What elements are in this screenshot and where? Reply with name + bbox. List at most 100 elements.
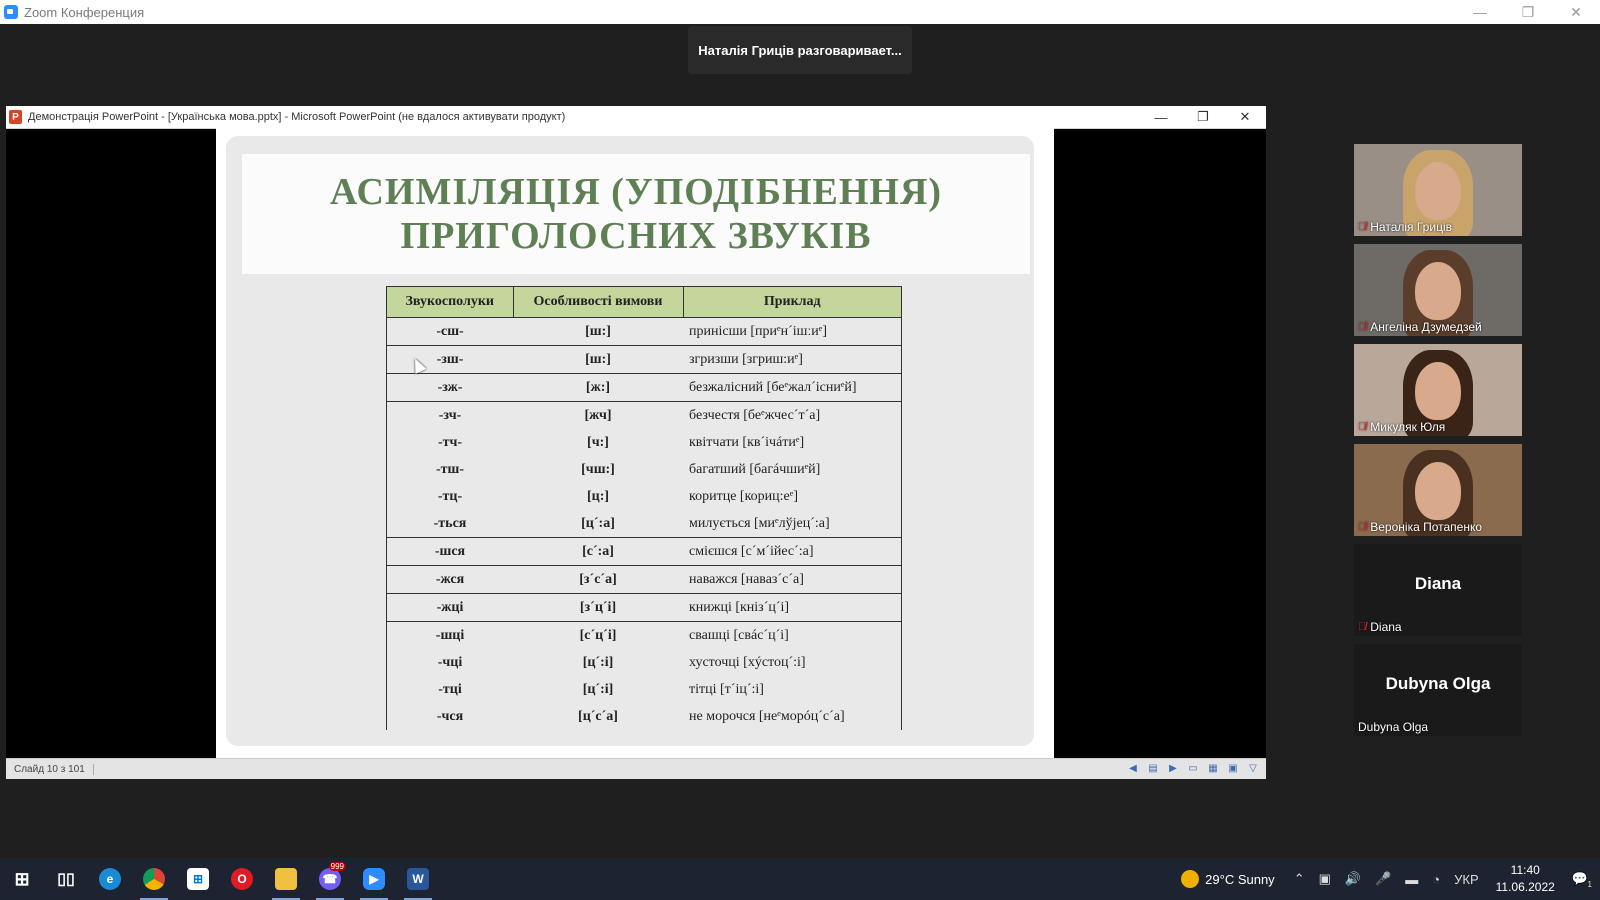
participant-tile[interactable]: 🎙̸ Микуляк Юля <box>1354 344 1522 436</box>
table-header: Звукосполуки <box>386 286 514 318</box>
table-row: -сш- [ш:] принісши [приᵉн´ішːиᵉ] <box>386 317 902 346</box>
table-row: -тш- [чш:] багатший [багáчшиᵉй] <box>386 456 902 483</box>
mic-muted-icon: 🎙̸ <box>1358 521 1367 533</box>
participant-name-tag: 🎙̸ Наталія Гриців <box>1358 220 1452 234</box>
participant-tile[interactable]: 🎙̸ Ангеліна Дзумедзей <box>1354 244 1522 336</box>
table-cell: -чся <box>386 703 513 730</box>
ppt-minimize-icon[interactable]: — <box>1140 106 1182 128</box>
powerpoint-icon: P <box>9 110 22 124</box>
notification-icon[interactable]: 💬 1 <box>1572 871 1592 889</box>
table-cell: -сш- <box>386 317 513 346</box>
restore-icon[interactable]: ❐ <box>1504 0 1552 24</box>
slideshow-icon[interactable]: ▽ <box>1246 761 1260 775</box>
store-icon: ⊞ <box>187 868 209 890</box>
table-cell: -шці <box>386 621 513 649</box>
participant-tile[interactable]: 🎙̸ Вероніка Потапенко <box>1354 444 1522 536</box>
slide-title-line1: АСИМІЛЯЦІЯ (УПОДІБНЕННЯ) <box>329 171 943 213</box>
table-cell: [с´:а] <box>513 537 683 566</box>
table-cell: свашці [свáс´ц´і] <box>683 621 902 649</box>
table-cell: тітці [т´іц´:і] <box>683 676 902 703</box>
taskbar-app-chrome[interactable] <box>132 858 176 900</box>
taskbar-app-word[interactable]: W <box>396 858 440 900</box>
weather-text[interactable]: 29°C Sunny <box>1205 872 1275 887</box>
table-cell: багатший [багáчшиᵉй] <box>683 456 902 483</box>
participant-tile[interactable]: Dubyna Olga Dubyna Olga <box>1354 644 1522 736</box>
notification-count: 1 <box>1587 880 1592 889</box>
table-cell: [чш:] <box>581 461 615 477</box>
participant-name: Наталія Гриців <box>1370 220 1452 234</box>
participant-tile[interactable]: 🎙̸ Наталія Гриців <box>1354 144 1522 236</box>
participant-name-tag: 🎙̸ Ангеліна Дзумедзей <box>1358 320 1482 334</box>
viber-badge: 999 <box>328 862 346 871</box>
slide[interactable]: АСИМІЛЯЦІЯ (УПОДІБНЕННЯ) ПРИГОЛОСНИХ ЗВУ… <box>216 128 1054 758</box>
table-cell: -зч- <box>386 401 513 429</box>
viber-icon: ☎ <box>319 868 341 890</box>
language-indicator[interactable]: УКР <box>1454 872 1479 887</box>
table-cell: -жся <box>386 565 513 594</box>
participant-face <box>1415 262 1461 320</box>
minimize-icon[interactable]: — <box>1456 0 1504 24</box>
table-cell: -тш- <box>386 456 513 483</box>
word-icon: W <box>407 868 429 890</box>
participant-face <box>1415 462 1461 520</box>
taskbar-app-store[interactable]: ⊞ <box>176 858 220 900</box>
zoom-titlebar: Zoom Конференция — ❐ ✕ <box>0 0 1600 24</box>
table-cell: -тці <box>386 676 513 703</box>
table-row: -зш- [ш:] згризши [згриш:иᵉ] <box>386 345 902 374</box>
table-cell: [з´с´а] <box>513 565 683 594</box>
table-cell: [жч] <box>584 407 612 423</box>
table-row: -тц- [ц:] коритце [кориц:еᵉ] <box>386 483 902 510</box>
table-row: -ться [ц´:а] милується [миᵉлўјец´:а] <box>386 510 902 538</box>
volume-icon[interactable]: 🔊 <box>1345 871 1361 887</box>
taskbar-app-opera[interactable]: O <box>220 858 264 900</box>
slide-counter: Слайд 10 з 101 <box>14 763 94 775</box>
start-button[interactable]: ⊞ <box>0 858 44 900</box>
taskbar-app-explorer[interactable] <box>264 858 308 900</box>
mic-muted-icon: 🎙̸ <box>1358 421 1367 433</box>
table-cell: [ж:] <box>513 373 683 402</box>
wifi-icon[interactable]: ◔ <box>1432 872 1440 887</box>
ppt-window-controls: — ❐ ✕ <box>1140 106 1266 128</box>
table-row: -тці [ц´:і] тітці [т´іц´:і] <box>386 676 902 703</box>
table-row: -шся [с´:а] смієшся [с´м´ійес´:а] <box>386 537 902 566</box>
participant-name: Вероніка Потапенко <box>1370 520 1483 534</box>
ppt-restore-icon[interactable]: ❐ <box>1182 106 1224 128</box>
ppt-close-icon[interactable]: ✕ <box>1224 106 1266 128</box>
mic-muted-icon: 🎙̸ <box>1358 621 1367 633</box>
slide-menu-icon[interactable]: ▤ <box>1146 761 1160 775</box>
taskbar-app-viber[interactable]: ☎ 999 <box>308 858 352 900</box>
normal-view-icon[interactable]: ▭ <box>1186 761 1200 775</box>
meet-now-icon[interactable]: ▣ <box>1319 871 1331 887</box>
taskbar-app-edge[interactable]: e <box>88 858 132 900</box>
participant-name: Ангеліна Дзумедзей <box>1370 320 1482 334</box>
powerpoint-window-title: Демонстрація PowerPoint - [Українська мо… <box>28 111 566 123</box>
taskbar-app-zoom[interactable]: ▶ <box>352 858 396 900</box>
participant-face <box>1415 362 1461 420</box>
participant-tile[interactable]: Diana 🎙̸ Diana <box>1354 544 1522 636</box>
slide-title-box: АСИМІЛЯЦІЯ (УПОДІБНЕННЯ) ПРИГОЛОСНИХ ЗВУ… <box>242 154 1030 274</box>
table-cell: смієшся [с´м´ійес´:а] <box>683 537 902 566</box>
table-cell: безжалісний [беᵉжал´існиᵉй] <box>683 373 902 402</box>
clock-date: 11.06.2022 <box>1495 880 1555 894</box>
table-cell: коритце [кориц:еᵉ] <box>683 483 902 510</box>
reading-view-icon[interactable]: ▣ <box>1226 761 1240 775</box>
clock[interactable]: 11:40 11.06.2022 <box>1496 862 1555 896</box>
task-view-icon: ▯▯ <box>57 871 75 888</box>
table-cell: принісши [приᵉн´ішːиᵉ] <box>683 317 902 346</box>
table-cell: -тц- <box>386 483 513 510</box>
slide-sorter-icon[interactable]: ▦ <box>1206 761 1220 775</box>
table-cell: [з´ц´і] <box>513 593 683 622</box>
microphone-icon[interactable]: 🎤 <box>1375 871 1391 887</box>
chevron-up-icon[interactable]: ⌃ <box>1294 871 1305 887</box>
next-slide-icon[interactable]: ▶ <box>1166 761 1180 775</box>
slide-title-line2: ПРИГОЛОСНИХ ЗВУКІВ <box>400 215 872 257</box>
close-icon[interactable]: ✕ <box>1552 0 1600 24</box>
zoom-window-title: Zoom Конференция <box>24 4 145 20</box>
battery-icon[interactable]: ▬ <box>1405 872 1418 887</box>
edge-icon: e <box>99 868 121 890</box>
windows-icon: ⊞ <box>14 868 30 889</box>
mic-muted-icon: 🎙̸ <box>1358 221 1367 233</box>
previous-slide-icon[interactable]: ◀ <box>1126 761 1140 775</box>
task-view-button[interactable]: ▯▯ <box>44 858 88 900</box>
zoom-icon: ▶ <box>363 868 385 890</box>
